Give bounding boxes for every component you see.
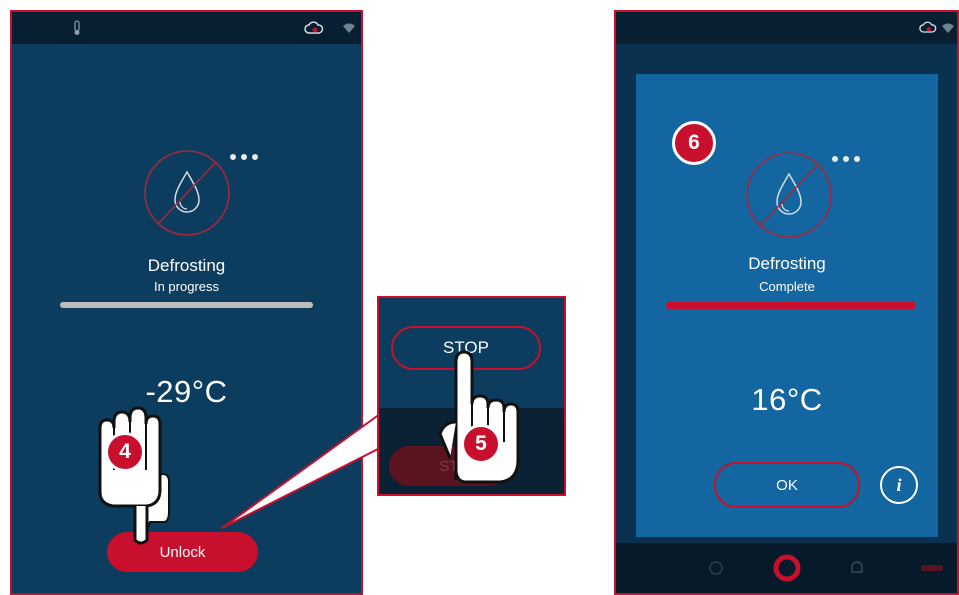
- defrost-complete-screen: Defrosting Complete 16°C OK i: [614, 10, 959, 595]
- step-badge-6-label: 6: [688, 131, 700, 154]
- current-temperature: 16°C: [751, 382, 823, 417]
- ok-button-label: OK: [776, 476, 798, 494]
- wifi-icon: [942, 23, 954, 33]
- program-status: Complete: [759, 279, 815, 294]
- nav-home-icon[interactable]: [771, 552, 803, 584]
- status-bar: [616, 12, 957, 44]
- step-badge-4: 4: [105, 432, 145, 472]
- more-dots-icon[interactable]: [830, 154, 864, 164]
- progress-track: [666, 302, 916, 309]
- bottom-nav: [616, 543, 957, 593]
- step-badge-6: 6: [672, 121, 716, 165]
- bell-icon[interactable]: [850, 560, 864, 576]
- defrost-drop-icon: [746, 152, 832, 238]
- step-badge-4-label: 4: [119, 440, 131, 463]
- nav-power-icon[interactable]: [708, 560, 724, 576]
- cloud-icon: [919, 21, 937, 33]
- info-icon: i: [896, 474, 902, 495]
- step-badge-5-label: 5: [475, 432, 487, 455]
- nav-indicator: [921, 565, 943, 571]
- hand-pointer-icon: [438, 350, 520, 484]
- info-button[interactable]: i: [880, 466, 918, 504]
- hand-pointer-icon: [98, 406, 170, 545]
- step-badge-5: 5: [461, 424, 501, 464]
- progress-fill: [666, 302, 916, 309]
- program-title: Defrosting: [748, 254, 826, 273]
- ok-button[interactable]: OK: [714, 462, 860, 508]
